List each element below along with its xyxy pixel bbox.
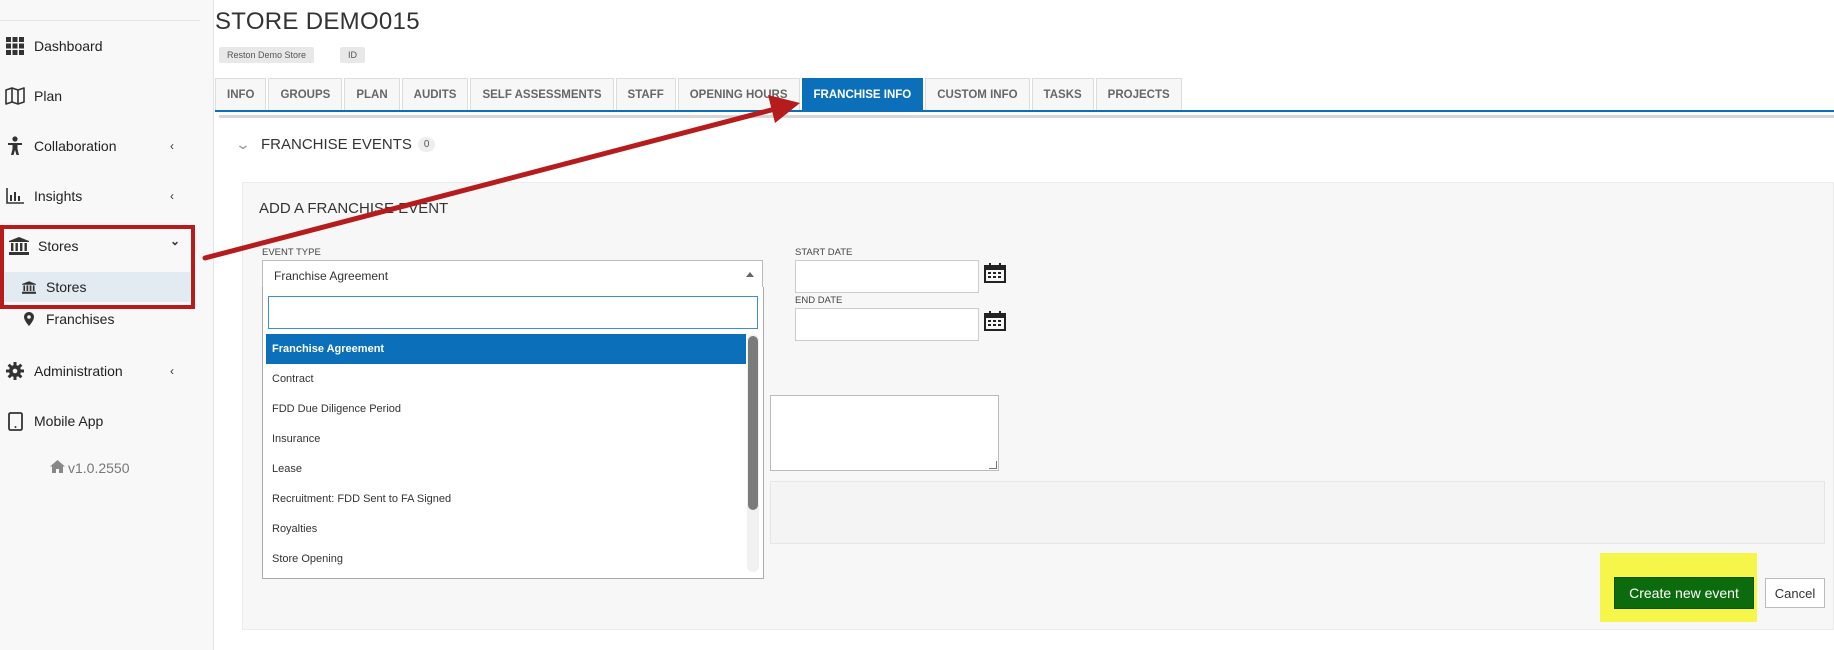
sidebar-item-label: Plan	[34, 88, 63, 104]
store-name-chip: Reston Demo Store	[219, 47, 315, 63]
tab-plan[interactable]: PLAN	[344, 78, 400, 111]
sidebar-divider	[0, 20, 200, 21]
store-id-chip: ID	[340, 47, 365, 63]
chevron-left-icon: ‹	[170, 189, 174, 203]
sidebar: Dashboard Plan Collaboration ‹ Insights …	[0, 0, 214, 650]
dropdown-scrollbar[interactable]	[747, 334, 759, 572]
chevron-down-icon: ⌄	[234, 136, 252, 152]
cancel-button[interactable]: Cancel	[1765, 578, 1825, 608]
sidebar-item-label: Mobile App	[34, 413, 104, 429]
event-type-value: Franchise Agreement	[274, 269, 389, 283]
gear-icon	[5, 361, 25, 381]
sidebar-item-insights[interactable]: Insights ‹	[0, 176, 200, 216]
app-version: v1.0.2550	[50, 460, 130, 476]
dropdown-option[interactable]: Store Opening	[266, 544, 746, 574]
sidebar-item-label: Dashboard	[34, 38, 103, 54]
bar-chart-icon	[5, 186, 25, 206]
page-title: STORE DEMO015	[215, 8, 420, 35]
tab-bar: INFO GROUPS PLAN AUDITS SELF ASSESSMENTS…	[215, 78, 1184, 111]
dropdown-search-input[interactable]	[268, 296, 758, 329]
tab-audits[interactable]: AUDITS	[401, 78, 469, 111]
dropdown-option[interactable]: Lease	[266, 454, 746, 484]
event-type-dropdown: Franchise Agreement Contract FDD Due Dil…	[262, 287, 764, 579]
end-date-label: END DATE	[795, 295, 843, 306]
dropdown-option[interactable]: FDD Due Diligence Period	[266, 394, 746, 424]
pin-icon	[22, 312, 36, 326]
content-top-border	[219, 115, 1834, 118]
calendar-icon[interactable]	[984, 311, 1006, 331]
calendar-icon[interactable]	[984, 263, 1006, 283]
version-text: v1.0.2550	[68, 460, 130, 476]
dropdown-option[interactable]: Royalties	[266, 514, 746, 544]
attachment-area	[770, 481, 1825, 544]
chevron-left-icon: ‹	[170, 139, 174, 153]
tab-projects[interactable]: PROJECTS	[1095, 78, 1182, 111]
dropdown-option[interactable]: Recruitment: FDD Sent to FA Signed	[266, 484, 746, 514]
start-date-label: START DATE	[795, 247, 853, 258]
form-title: ADD A FRANCHISE EVENT	[259, 200, 449, 217]
person-icon	[5, 136, 25, 156]
sidebar-item-dashboard[interactable]: Dashboard	[0, 26, 200, 66]
tab-underline	[215, 110, 1834, 112]
sidebar-item-label: Insights	[34, 188, 83, 204]
tab-custom-info[interactable]: CUSTOM INFO	[925, 78, 1030, 111]
section-title: FRANCHISE EVENTS	[261, 136, 412, 153]
tab-opening-hours[interactable]: OPENING HOURS	[677, 78, 800, 111]
sidebar-item-plan[interactable]: Plan	[0, 76, 200, 116]
dropdown-option[interactable]: Contract	[266, 364, 746, 394]
caret-up-icon	[746, 272, 754, 277]
sidebar-subitem-label: Franchises	[46, 311, 115, 327]
sidebar-item-administration[interactable]: Administration ‹	[0, 351, 200, 391]
tab-staff[interactable]: STAFF	[615, 78, 676, 111]
grid-icon	[5, 36, 25, 56]
franchise-events-header[interactable]: ⌄ FRANCHISE EVENTS 0	[234, 136, 436, 153]
scrollbar-thumb[interactable]	[748, 336, 758, 510]
tab-groups[interactable]: GROUPS	[268, 78, 343, 111]
app-root: Dashboard Plan Collaboration ‹ Insights …	[0, 0, 1834, 650]
tablet-icon	[5, 411, 25, 431]
description-textarea[interactable]	[770, 395, 999, 471]
tab-self-assessments[interactable]: SELF ASSESSMENTS	[470, 78, 614, 111]
dropdown-option[interactable]: Insurance	[266, 424, 746, 454]
end-date-input[interactable]	[795, 308, 979, 341]
home-icon	[50, 460, 65, 476]
count-badge: 0	[417, 137, 436, 152]
tab-tasks[interactable]: TASKS	[1031, 78, 1094, 111]
start-date-input[interactable]	[795, 260, 979, 293]
dropdown-option[interactable]: Franchise Agreement	[266, 334, 746, 364]
chevron-left-icon: ‹	[170, 364, 174, 378]
event-type-label: EVENT TYPE	[262, 247, 321, 258]
annotation-highlight-box	[0, 225, 195, 309]
map-icon	[5, 86, 25, 106]
sidebar-item-label: Administration	[34, 363, 123, 379]
sidebar-item-label: Collaboration	[34, 138, 117, 154]
sidebar-item-mobile-app[interactable]: Mobile App	[0, 401, 200, 441]
sidebar-item-collaboration[interactable]: Collaboration ‹	[0, 126, 200, 166]
resize-grip-icon[interactable]	[989, 461, 997, 469]
create-event-button[interactable]: Create new event	[1614, 577, 1754, 609]
dropdown-option-list: Franchise Agreement Contract FDD Due Dil…	[266, 334, 746, 574]
tab-franchise-info[interactable]: FRANCHISE INFO	[801, 78, 924, 111]
tab-info[interactable]: INFO	[215, 78, 267, 111]
